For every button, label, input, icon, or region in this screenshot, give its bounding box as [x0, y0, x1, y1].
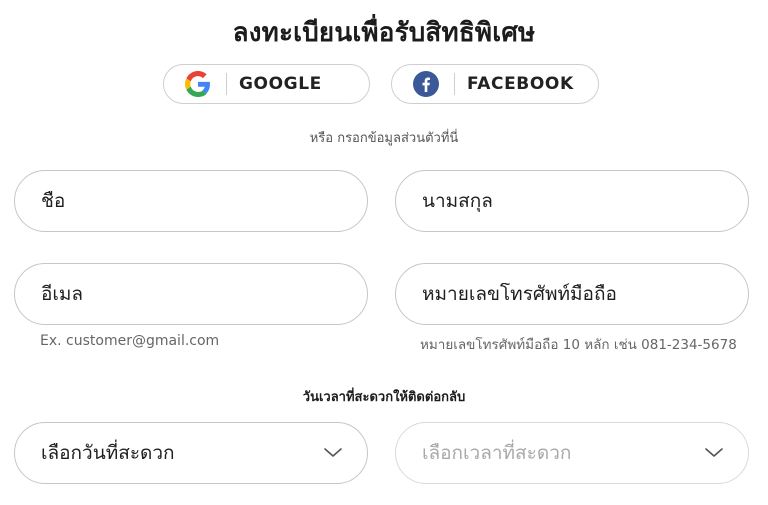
date-select[interactable]: เลือกวันที่สะดวก	[14, 422, 368, 484]
button-separator	[454, 73, 455, 95]
registration-form: ลงทะเบียนเพื่อรับสิทธิพิเศษ GOOGLE FACEB…	[0, 0, 768, 505]
facebook-login-button[interactable]: FACEBOOK	[391, 64, 599, 104]
google-button-label: GOOGLE	[239, 74, 322, 94]
phone-field[interactable]	[395, 263, 749, 325]
google-login-button[interactable]: GOOGLE	[163, 64, 370, 104]
contact-time-label: วันเวลาที่สะดวกให้ติดต่อกลับ	[302, 390, 466, 405]
phone-hint: หมายเลขโทรศัพท์มือถือ 10 หลัก เช่น 081-2…	[420, 337, 737, 353]
chevron-down-icon	[323, 443, 343, 463]
button-separator	[226, 73, 227, 95]
facebook-button-label: FACEBOOK	[467, 74, 574, 94]
email-field[interactable]	[14, 263, 368, 325]
facebook-icon	[412, 70, 440, 98]
email-hint: Ex. customer@gmail.com	[40, 333, 220, 349]
divider-text: หรือ กรอกข้อมูลส่วนตัวที่นี่	[309, 131, 459, 146]
time-select[interactable]: เลือกเวลาที่สะดวก	[395, 422, 749, 484]
google-icon	[184, 70, 212, 98]
time-select-value: เลือกเวลาที่สะดวก	[422, 442, 572, 464]
last-name-input[interactable]	[422, 190, 748, 212]
first-name-field[interactable]	[14, 170, 368, 232]
phone-input[interactable]	[422, 283, 748, 305]
page-title: ลงทะเบียนเพื่อรับสิทธิพิเศษ	[232, 18, 536, 48]
date-select-value: เลือกวันที่สะดวก	[41, 442, 175, 464]
last-name-field[interactable]	[395, 170, 749, 232]
email-input[interactable]	[41, 283, 367, 305]
chevron-down-icon	[704, 443, 724, 463]
first-name-input[interactable]	[41, 190, 367, 212]
